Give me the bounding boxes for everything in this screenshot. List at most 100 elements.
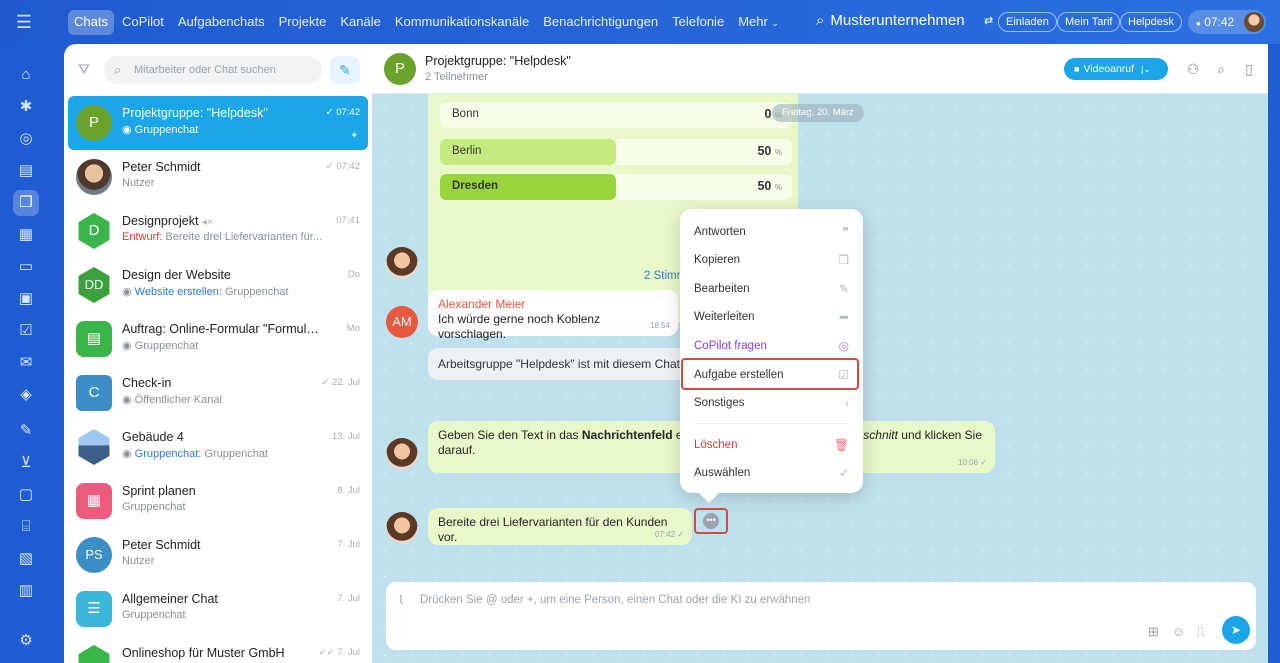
paperclip-icon[interactable]: ⌇ <box>398 593 404 607</box>
drive-icon[interactable]: ▭ <box>13 254 39 280</box>
menu-item-copy[interactable]: Kopieren ❐ <box>694 250 849 270</box>
chat-item-check-in[interactable]: C Check-in ◉ Öffentlicher Kanal ✓ 22. Ju… <box>68 366 368 420</box>
microphone-icon[interactable]: ⎍ <box>1196 624 1205 640</box>
sender-avatar[interactable] <box>386 247 418 279</box>
emoji-icon[interactable]: ☺ <box>1172 624 1185 639</box>
invite-button[interactable]: Einladen <box>998 12 1057 32</box>
new-chat-button[interactable]: ✎ <box>330 56 360 84</box>
add-user-icon[interactable]: ⚇ <box>1184 60 1202 78</box>
contact-card-icon[interactable]: ▢ <box>13 482 39 508</box>
warehouse-icon[interactable]: ⌸ <box>13 514 39 540</box>
settings-icon[interactable]: ⚙ <box>13 628 39 654</box>
search-placeholder: Mitarbeiter oder Chat suchen <box>134 64 276 76</box>
send-button[interactable]: ➤ <box>1222 616 1250 644</box>
tasks-icon[interactable]: ☑ <box>13 318 39 344</box>
my-plan-button[interactable]: Mein Tarif <box>1057 12 1121 32</box>
chevron-down-icon[interactable]: |⌄ <box>1141 64 1151 74</box>
menu-item-label: Auswählen <box>694 467 751 479</box>
sign-icon[interactable]: ✎ <box>13 418 39 444</box>
puzzle-icon[interactable]: ✱ <box>13 94 39 120</box>
menu-item-delete[interactable]: Löschen 🗑 <box>694 435 849 455</box>
helpdesk-button[interactable]: Helpdesk <box>1120 12 1182 32</box>
mail-icon[interactable]: ✉ <box>13 350 39 376</box>
message-composer[interactable]: ⌇ Drücken Sie @ oder +, um eine Person, … <box>386 582 1256 650</box>
chat-time: ✓✓ 7. Jul <box>319 647 360 658</box>
chat-subtitle: ◉ Website erstellen: Gruppenchat <box>122 285 352 298</box>
search-icon[interactable]: ⌕ <box>1212 60 1230 78</box>
chat-icon[interactable]: ❐ <box>13 190 39 216</box>
chat-item-peter-schmidt[interactable]: Peter Schmidt Nutzer ✓ 07:42 <box>68 150 368 204</box>
menu-item-edit[interactable]: Bearbeiten ✎ <box>694 279 849 299</box>
chat-subtitle: ◉ Gruppenchat <box>122 339 352 352</box>
poll-option-value: 50 % <box>757 179 782 193</box>
cart-icon[interactable]: ⊻ <box>13 450 39 476</box>
tab-copilot[interactable]: CoPilot <box>116 10 170 35</box>
apps-icon[interactable]: ⊞ <box>1148 624 1159 640</box>
chat-item-onlineshop[interactable]: Onlineshop für Muster GmbH ✓✓ 7. Jul <box>68 636 368 663</box>
chat-sidebar: ⛛ ⌕ Mitarbeiter oder Chat suchen ✎ P Proj… <box>64 44 372 663</box>
tab-communication-channels[interactable]: Kommunikationskanäle <box>389 10 535 35</box>
poll-option-berlin[interactable]: Berlin 50 % <box>440 139 792 165</box>
filter-icon[interactable]: ⛛ <box>78 61 94 77</box>
crm-icon[interactable]: ◈ <box>13 382 39 408</box>
message-bubble-selected[interactable]: Bereite drei Liefervarianten für den Kun… <box>428 508 692 545</box>
chat-name: Projektgruppe: "Helpdesk" <box>122 106 268 120</box>
message-bubble[interactable]: Alexander Meier Ich würde gerne noch Kob… <box>428 290 678 341</box>
chat-item-design-der-website[interactable]: DD Design der Website ◉ Website erstelle… <box>68 258 368 312</box>
menu-item-ask-copilot[interactable]: CoPilot fragen ◎ <box>694 336 849 356</box>
video-call-button[interactable]: ■ Videoanruf |⌄ <box>1064 58 1168 80</box>
chat-item-auftrag-online-formular[interactable]: ▤ Auftrag: Online-Formular "Formular... … <box>68 312 368 366</box>
chat-header-avatar[interactable]: P <box>384 53 416 85</box>
tab-chats[interactable]: Chats <box>68 10 114 35</box>
company-search[interactable]: ⌕ Musterunternehmen <box>816 12 965 29</box>
target-icon[interactable]: ◎ <box>13 126 39 152</box>
copy-icon: ❐ <box>838 253 849 267</box>
home-icon[interactable]: ⌂ <box>13 62 39 88</box>
sender-name[interactable]: Alexander Meier <box>438 297 668 312</box>
user-avatar[interactable] <box>1244 12 1264 32</box>
work-time-clock[interactable]: ● 07:42 <box>1188 10 1266 34</box>
chat-avatar: P <box>76 105 112 141</box>
sender-avatar[interactable] <box>386 438 418 470</box>
poll-option-bonn[interactable]: Bonn 0 % <box>440 102 792 128</box>
message-text: Ich würde gerne noch Koblenz vorschlagen… <box>438 312 601 341</box>
chat-item-designprojekt[interactable]: D Designprojekt ◂× Entwurf: Bereite drei… <box>68 204 368 258</box>
tab-channels[interactable]: Kanäle <box>334 10 386 35</box>
sender-avatar[interactable]: AM <box>386 306 418 338</box>
chat-subtitle-text: Gruppenchat <box>224 286 289 298</box>
tab-task-chats[interactable]: Aufgabenchats <box>172 10 271 35</box>
chat-item-allgemeiner-chat[interactable]: ☰ Allgemeiner Chat Gruppenchat 7. Jul <box>68 582 368 636</box>
edit-icon: ✎ <box>339 62 351 78</box>
tab-notifications[interactable]: Benachrichtigungen <box>537 10 664 35</box>
menu-item-more[interactable]: Sonstiges › <box>694 393 849 413</box>
more-actions-button[interactable]: ••• <box>703 513 719 529</box>
chat-item-peter-schmidt-2[interactable]: PS Peter Schmidt Nutzer 7. Jul <box>68 528 368 582</box>
chat-title[interactable]: Projektgruppe: "Helpdesk" <box>425 54 571 68</box>
tab-projects[interactable]: Projekte <box>273 10 333 35</box>
file-icon[interactable]: ▥ <box>13 578 39 604</box>
tab-telephony[interactable]: Telefonie <box>666 10 730 35</box>
poll-percent: 50 <box>757 179 772 193</box>
poll-option-dresden[interactable]: Dresden 50 % <box>440 174 792 200</box>
menu-item-reply[interactable]: Antworten ❞ <box>694 222 849 242</box>
tab-more[interactable]: Mehr ⌄ <box>732 10 785 35</box>
document-icon[interactable]: ▤ <box>13 158 39 184</box>
calendar-icon[interactable]: ▦ <box>13 222 39 248</box>
menu-icon[interactable]: ☰ <box>12 11 36 33</box>
board-icon[interactable]: ▣ <box>13 286 39 312</box>
chat-time: Mo <box>346 323 360 334</box>
message-input[interactable]: Drücken Sie @ oder +, um eine Person, ei… <box>420 594 810 606</box>
chat-item-gebaeude-4[interactable]: Gebäude 4 ◉ Gruppenchat: Gruppenchat 13.… <box>68 420 368 474</box>
search-input[interactable]: ⌕ Mitarbeiter oder Chat suchen <box>104 56 322 84</box>
chat-item-projektgruppe-helpdesk[interactable]: P Projektgruppe: "Helpdesk" ◉ Gruppencha… <box>68 96 368 150</box>
sender-avatar[interactable] <box>386 512 418 544</box>
form-icon[interactable]: ▧ <box>13 546 39 572</box>
member-count[interactable]: 2 Teilnehmer <box>425 71 488 83</box>
menu-item-select[interactable]: Auswählen ✓ <box>694 463 849 483</box>
sidebar-toggle-icon[interactable]: ▯ <box>1240 60 1258 78</box>
chat-name: Gebäude 4 <box>122 430 184 444</box>
chat-item-sprint-planen[interactable]: ▦ Sprint planen Gruppenchat 8. Jul <box>68 474 368 528</box>
menu-item-forward[interactable]: Weiterleiten ➦ <box>694 307 849 327</box>
chat-name: Sprint planen <box>122 484 196 498</box>
clock-time: 07:42 <box>1204 15 1235 29</box>
